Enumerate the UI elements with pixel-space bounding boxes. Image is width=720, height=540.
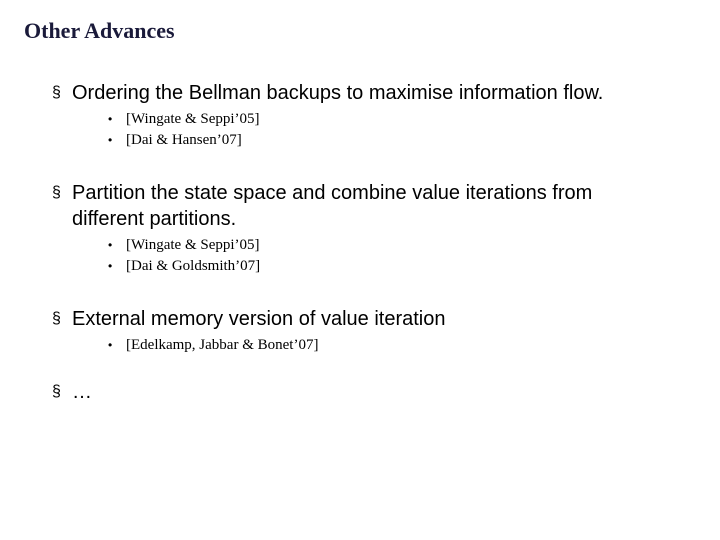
bullet-item: § Ordering the Bellman backups to maximi… xyxy=(24,80,696,106)
reference-item: • [Dai & Hansen’07] xyxy=(108,131,696,150)
reference-item: • [Wingate & Seppi’05] xyxy=(108,110,696,129)
reference-item: • [Wingate & Seppi’05] xyxy=(108,236,696,255)
reference-text: [Dai & Hansen’07] xyxy=(126,131,242,150)
bullet-item: § External memory version of value itera… xyxy=(24,306,696,332)
square-bullet-icon: § xyxy=(52,80,72,106)
dot-bullet-icon: • xyxy=(108,131,126,150)
slide-title: Other Advances xyxy=(24,18,696,44)
dot-bullet-icon: • xyxy=(108,336,126,355)
square-bullet-icon: § xyxy=(52,306,72,332)
reference-text: [Wingate & Seppi’05] xyxy=(126,110,260,129)
bullet-text: Partition the state space and combine va… xyxy=(72,180,652,232)
square-bullet-icon: § xyxy=(52,180,72,206)
reference-list: • [Wingate & Seppi’05] • [Dai & Hansen’0… xyxy=(24,110,696,150)
reference-text: [Wingate & Seppi’05] xyxy=(126,236,260,255)
bullet-text: External memory version of value iterati… xyxy=(72,306,446,332)
reference-text: [Dai & Goldsmith’07] xyxy=(126,257,260,276)
reference-list: • [Edelkamp, Jabbar & Bonet’07] xyxy=(24,336,696,355)
dot-bullet-icon: • xyxy=(108,110,126,129)
reference-item: • [Edelkamp, Jabbar & Bonet’07] xyxy=(108,336,696,355)
square-bullet-icon: § xyxy=(52,379,72,405)
bullet-item: § Partition the state space and combine … xyxy=(24,180,696,232)
bullet-text: Ordering the Bellman backups to maximise… xyxy=(72,80,603,106)
bullet-text: … xyxy=(72,379,93,405)
reference-item: • [Dai & Goldsmith’07] xyxy=(108,257,696,276)
dot-bullet-icon: • xyxy=(108,236,126,255)
slide: Other Advances § Ordering the Bellman ba… xyxy=(0,0,720,540)
bullet-item: § … xyxy=(24,379,696,405)
dot-bullet-icon: • xyxy=(108,257,126,276)
reference-text: [Edelkamp, Jabbar & Bonet’07] xyxy=(126,336,318,355)
reference-list: • [Wingate & Seppi’05] • [Dai & Goldsmit… xyxy=(24,236,696,276)
